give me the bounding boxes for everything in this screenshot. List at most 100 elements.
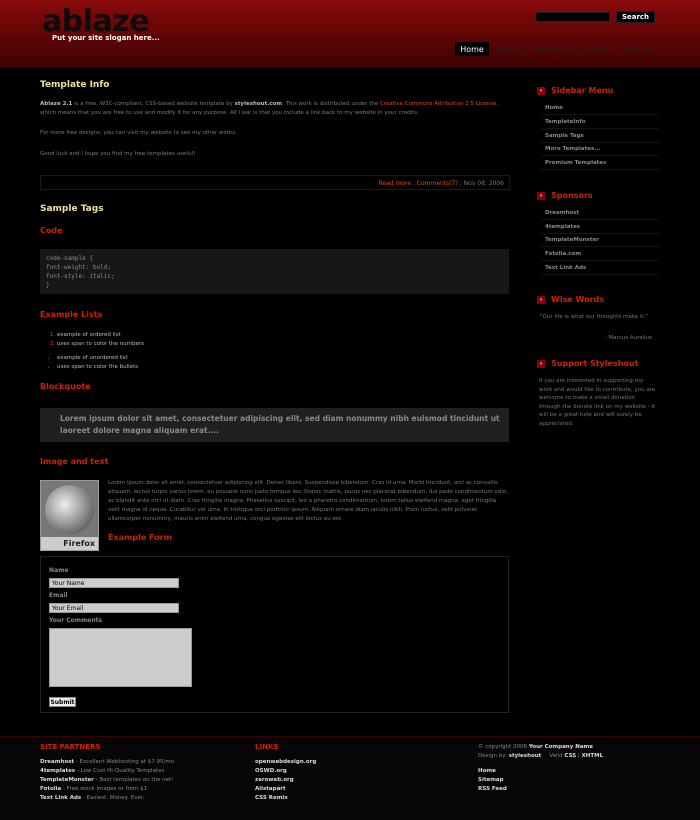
arrow-icon: » bbox=[537, 192, 545, 200]
list-item: uses span to color the numbers bbox=[57, 340, 144, 349]
partner-link[interactable]: Fotolia bbox=[40, 786, 61, 792]
email-field[interactable]: Your Email bbox=[49, 603, 179, 613]
image-heading: Image and text bbox=[40, 457, 109, 466]
image-text: Lorem ipsum dolor sit amet, consectetuer… bbox=[108, 480, 508, 522]
header: ablaze Put your site slogan here... Sear… bbox=[0, 0, 700, 68]
sponsors-title: Sponsors bbox=[551, 191, 593, 200]
partner-desc: - Free stock images or from $1 bbox=[61, 786, 148, 792]
arrow-icon: » bbox=[537, 296, 545, 304]
sidebar-item-templateinfo[interactable]: TemplateInfo bbox=[541, 116, 659, 129]
main-nav: Home News Downloads Support About bbox=[0, 42, 700, 56]
sponsor-link[interactable]: 4templates bbox=[541, 221, 659, 234]
nav-home[interactable]: Home bbox=[455, 42, 489, 56]
partner-item: TemplateMonster - Best templates on the … bbox=[40, 776, 173, 785]
more-designs-text: For more free designs, you can visit my … bbox=[40, 130, 237, 136]
partner-item: Text Link Ads - Easiest. Money. Ever. bbox=[40, 794, 144, 803]
comments-label: Your Comments bbox=[49, 617, 103, 624]
partner-item: Fotolia - Free stock images or from $1 bbox=[40, 785, 147, 794]
nav-about[interactable]: About bbox=[624, 42, 654, 56]
license-link[interactable]: Creative Commons Attribution 2.5 License bbox=[380, 101, 496, 107]
footer-link: Alistapart bbox=[255, 785, 286, 794]
design-credit: Design by: styleshout Valid CSS | XHTML bbox=[478, 752, 603, 761]
comments-textarea[interactable] bbox=[49, 628, 192, 687]
post-date: Nov 08, 2006 bbox=[463, 180, 504, 187]
lists-heading: Example Lists bbox=[40, 310, 103, 319]
search-input[interactable] bbox=[535, 12, 610, 22]
code-heading: Code bbox=[40, 226, 63, 235]
partner-link[interactable]: Dreamhost bbox=[40, 759, 74, 765]
firefox-icon bbox=[45, 485, 94, 534]
name-label: Name bbox=[49, 567, 69, 574]
list-item: example of unordered list bbox=[57, 354, 138, 363]
partner-link[interactable]: Text Link Ads bbox=[40, 795, 81, 801]
submit-button[interactable]: Submit bbox=[49, 697, 76, 707]
sponsor-link[interactable]: Dreamhost bbox=[541, 207, 659, 220]
partner-desc: - Best templates on the net! bbox=[93, 777, 174, 783]
text: Valid bbox=[549, 753, 565, 759]
sample-tags-title: Sample Tags bbox=[40, 204, 104, 214]
footer-link-text[interactable]: OSWD.org bbox=[255, 768, 287, 774]
email-label: Email bbox=[49, 592, 68, 599]
post-meta: Read more : Comments(7) : Nov 08, 2006 bbox=[300, 180, 504, 187]
partners-title: SITE PARTNERS bbox=[40, 743, 101, 751]
sponsor-link[interactable]: Text Link Ads bbox=[541, 262, 659, 275]
sidebar-item-home[interactable]: Home bbox=[541, 102, 659, 115]
firefox-image: Firefox bbox=[40, 480, 99, 551]
arrow-icon: » bbox=[537, 87, 545, 95]
search-button[interactable]: Search bbox=[616, 11, 655, 23]
template-info-paragraph: Ablaze 2.1 is a free, W3C-compliant, CSS… bbox=[40, 100, 510, 118]
footer-sitemap-link[interactable]: Sitemap bbox=[478, 777, 504, 783]
wise-words-title: Wise Words bbox=[551, 295, 605, 304]
good-luck-text: Good luck and I hope you find my free te… bbox=[40, 151, 196, 157]
name-field[interactable]: Your Name bbox=[49, 578, 179, 588]
designer-link[interactable]: styleshout bbox=[509, 753, 542, 759]
footer-link-text[interactable]: Alistapart bbox=[255, 786, 286, 792]
code-line: font-weight: bold; bbox=[46, 264, 112, 271]
footer-bottom-link: RSS Feed bbox=[478, 785, 507, 794]
valid-xhtml-link[interactable]: XHTML bbox=[582, 753, 604, 759]
sidebar-item-sample-tags[interactable]: Sample Tags bbox=[541, 130, 659, 143]
template-info-title: Template Info bbox=[40, 80, 110, 90]
list-item: uses span to color the bullets bbox=[57, 363, 138, 372]
valid-css-link[interactable]: CSS bbox=[564, 753, 576, 759]
blockquote-heading: Blockquote bbox=[40, 382, 91, 391]
blockquote-text: Lorem ipsum dolor sit amet, consectetuer… bbox=[60, 414, 500, 435]
footer-link-text[interactable]: openwebdesign.org bbox=[255, 759, 316, 765]
copyright: © copyright 2006 Your Company Name bbox=[478, 743, 593, 752]
company-name: Your Company Name bbox=[528, 744, 593, 750]
footer-link: CSS Remix bbox=[255, 794, 288, 803]
partner-link[interactable]: 4templates bbox=[40, 768, 75, 774]
text: Design by: bbox=[478, 753, 509, 759]
footer-link-text[interactable]: zeroweb.org bbox=[255, 777, 294, 783]
arrow-icon: » bbox=[537, 360, 545, 368]
image-caption: Firefox bbox=[41, 537, 98, 550]
styleshout-link[interactable]: styleshout.com bbox=[235, 101, 282, 107]
nav-downloads[interactable]: Downloads bbox=[527, 42, 574, 56]
footer-link-text[interactable]: CSS Remix bbox=[255, 795, 288, 801]
nav-support[interactable]: Support bbox=[581, 42, 618, 56]
partner-desc: - Low Cost Hi-Quality Templates bbox=[75, 768, 165, 774]
sidebar-item-more-templates[interactable]: More Templates... bbox=[541, 143, 659, 156]
support-text: If you are interested in supporting my w… bbox=[539, 378, 656, 427]
code-line: } bbox=[46, 282, 50, 289]
support-title: Support Styleshout bbox=[551, 359, 639, 368]
read-more-link[interactable]: Read more bbox=[378, 180, 411, 187]
sidebar-menu-title: Sidebar Menu bbox=[551, 86, 614, 95]
text: is a free, W3C-compliant, CSS-based webs… bbox=[72, 101, 235, 107]
sponsor-link[interactable]: TemplateMonster bbox=[541, 234, 659, 247]
partner-link[interactable]: TemplateMonster bbox=[40, 777, 94, 783]
links-title: LINKS bbox=[255, 743, 279, 751]
partner-desc: - Excellent Webhosting at $7.95/mo bbox=[74, 759, 175, 765]
footer-rss-link[interactable]: RSS Feed bbox=[478, 786, 507, 792]
footer-link: zeroweb.org bbox=[255, 776, 294, 785]
partner-item: 4templates - Low Cost Hi-Quality Templat… bbox=[40, 767, 164, 776]
nav-news[interactable]: News bbox=[493, 42, 520, 56]
sidebar-item-premium-templates[interactable]: Premium Templates bbox=[541, 157, 659, 170]
footer-bottom-link: Home bbox=[478, 767, 496, 776]
footer-link: OSWD.org bbox=[255, 767, 287, 776]
wise-author: - Marcus Aurelius bbox=[604, 335, 652, 341]
footer-home-link[interactable]: Home bbox=[478, 768, 496, 774]
list-item: example of ordered list bbox=[57, 331, 144, 340]
sponsor-link[interactable]: Fotolia.com bbox=[541, 248, 659, 261]
comments-link[interactable]: Comments(7) bbox=[417, 180, 458, 187]
